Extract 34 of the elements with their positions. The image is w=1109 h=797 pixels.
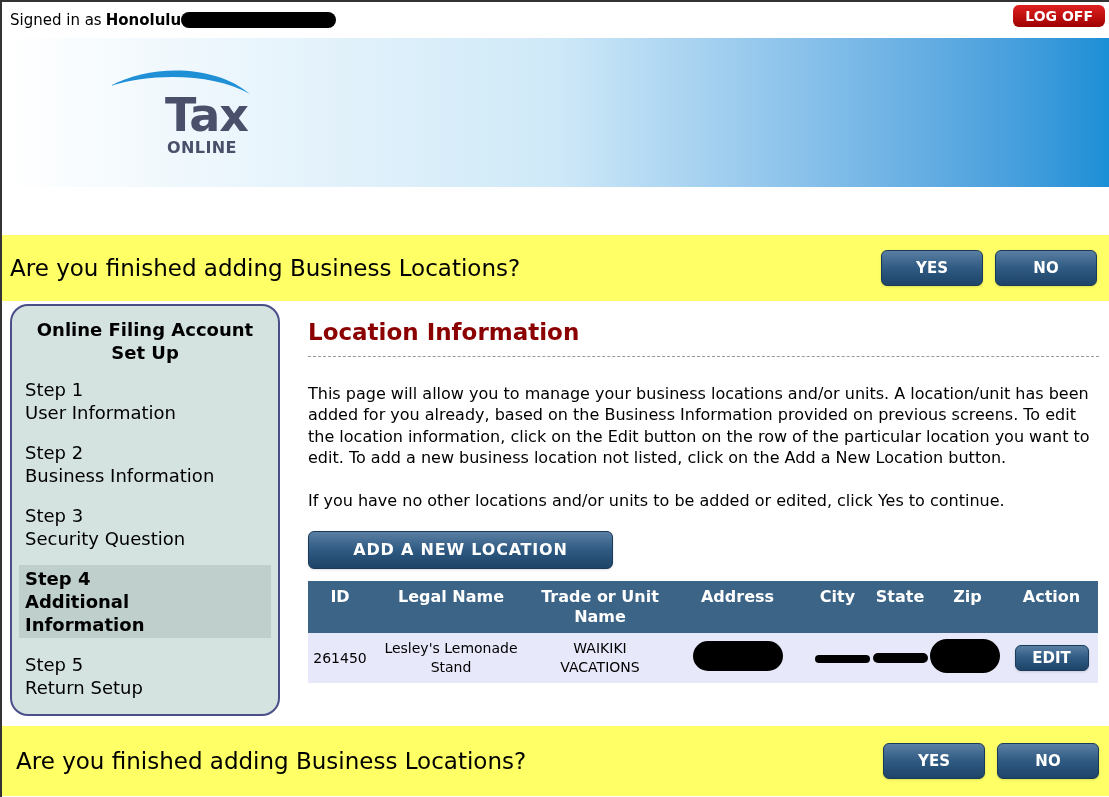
logo-subtitle: ONLINE	[167, 140, 237, 156]
column-header: Zip	[930, 581, 1005, 633]
table-cell: 261450	[308, 633, 372, 683]
question-text: Are you finished adding Business Locations?	[16, 746, 527, 776]
instruction-paragraph: This page will allow you to manage your business locations and/or units. A location/unit has been added for you already, based on the Business Information provided on previous screens. To edit the location information, click on the Edit button on the row of the particular location you want to edit. To add a new business location not listed, click on the Add a New Location button.	[308, 382, 1091, 469]
instruction-paragraph: If you have no other locations and/or units to be added or edited, click Yes to continue.	[308, 489, 1006, 511]
logo-word: Tax	[165, 92, 248, 138]
no-button[interactable]: NO	[997, 743, 1099, 779]
sidebar-title: Online Filing Account Set Up	[35, 318, 255, 364]
step-item[interactable]: Step 5 Return Setup	[19, 651, 271, 701]
step-item[interactable]: Step 1 User Information	[19, 376, 271, 426]
log-off-button[interactable]: LOG OFF	[1013, 5, 1105, 27]
step-item[interactable]: Step 2 Business Information	[19, 439, 271, 489]
column-header: State	[870, 581, 930, 633]
user-name: Honolulu	[105, 9, 182, 31]
column-header: ID	[308, 581, 372, 633]
column-header: Address	[670, 581, 805, 633]
page-heading: Location Information	[308, 315, 1099, 357]
table-cell: WAIKIKI VACATIONS	[530, 633, 670, 683]
column-header: Trade or Unit Name	[530, 581, 670, 633]
question-text: Are you finished adding Business Locations?	[10, 253, 521, 283]
column-header: Legal Name	[372, 581, 530, 633]
column-header: Action	[1005, 581, 1098, 633]
table-cell: Lesley's Lemonade Stand	[372, 633, 530, 683]
swoosh-icon	[110, 68, 250, 94]
step-item[interactable]: Step 4 Additional Information	[19, 565, 271, 638]
step-item[interactable]: Step 3 Security Question	[19, 502, 271, 552]
signed-in-label: Signed in as	[10, 9, 102, 31]
yes-button[interactable]: YES	[883, 743, 985, 779]
no-button[interactable]: NO	[995, 250, 1097, 286]
add-location-button[interactable]: ADD A NEW LOCATION	[308, 531, 613, 569]
column-header: City	[805, 581, 870, 633]
edit-button[interactable]: EDIT	[1014, 645, 1089, 671]
yes-button[interactable]: YES	[881, 250, 983, 286]
